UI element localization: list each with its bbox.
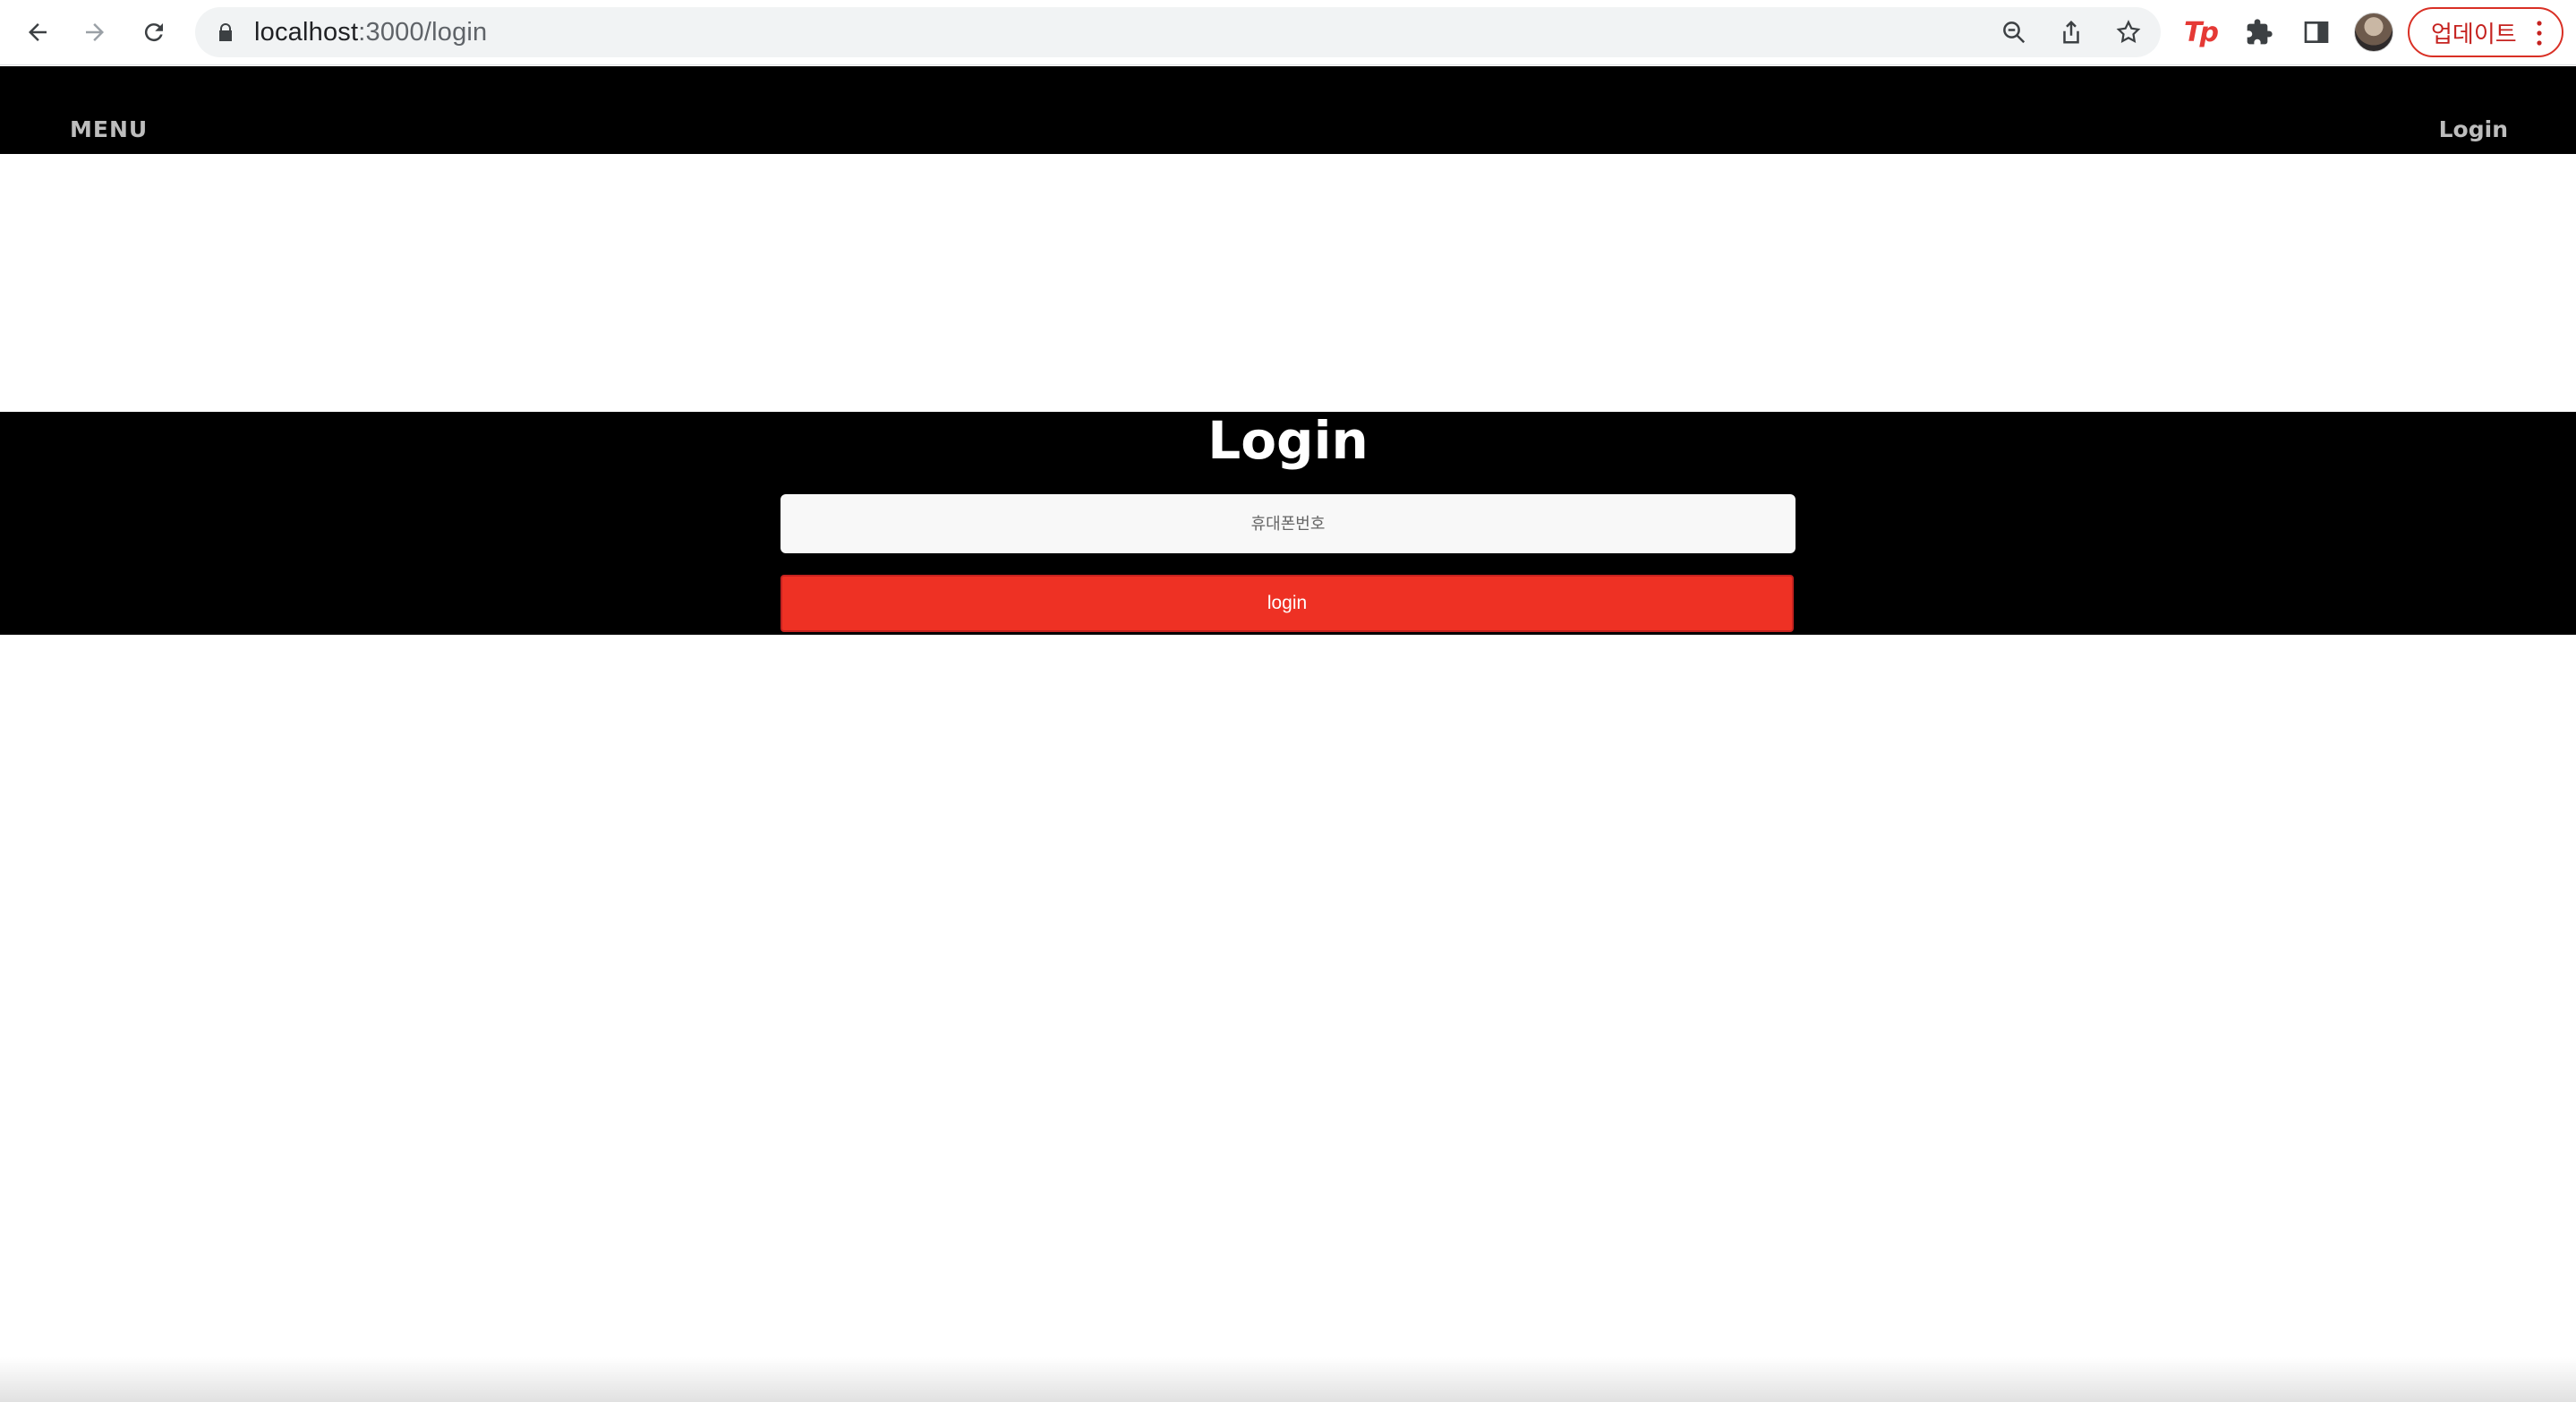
login-submit-button[interactable]: login [780, 575, 1794, 632]
tp-extension-icon: Tp [2184, 16, 2219, 48]
address-bar[interactable]: localhost:3000/login [195, 7, 2161, 57]
lock-icon [219, 23, 232, 41]
bookmark-button[interactable] [2112, 16, 2145, 48]
puzzle-icon [2247, 19, 2273, 45]
star-icon [2116, 20, 2141, 43]
back-button[interactable] [18, 13, 57, 52]
profile-avatar[interactable] [2354, 13, 2393, 52]
reload-icon [144, 23, 163, 42]
update-label: 업데이트 [2431, 20, 2517, 47]
site-header: MENU Login [0, 66, 2576, 154]
url-text[interactable]: localhost:3000/login [254, 7, 487, 57]
side-panel-icon [2304, 21, 2329, 43]
share-button[interactable] [2055, 16, 2087, 48]
browser-toolbar: localhost:3000/login Tp 업데이트 [0, 0, 2576, 65]
update-button[interactable]: 업데이트 [2408, 7, 2563, 57]
header-login-link[interactable]: Login [2439, 116, 2508, 142]
login-title: Login [1207, 410, 1369, 471]
url-path: :3000/login [358, 18, 488, 47]
forward-button[interactable] [75, 13, 115, 52]
more-vert-icon [2537, 21, 2542, 46]
arrow-right-icon [86, 23, 104, 41]
reload-button[interactable] [134, 13, 174, 52]
share-icon [2063, 20, 2079, 44]
menu-link[interactable]: MENU [70, 116, 148, 142]
zoom-button[interactable] [1998, 16, 2030, 48]
login-section: Login login [0, 412, 2576, 635]
url-host: localhost [254, 18, 359, 47]
side-panel-button[interactable] [2297, 13, 2336, 52]
zoom-out-icon [2003, 21, 2026, 44]
tp-extension-button[interactable]: Tp [2180, 13, 2220, 52]
arrow-left-icon [29, 23, 47, 41]
phone-number-input[interactable] [780, 494, 1796, 553]
window-bottom-shadow [0, 1357, 2576, 1402]
extensions-button[interactable] [2239, 13, 2279, 52]
